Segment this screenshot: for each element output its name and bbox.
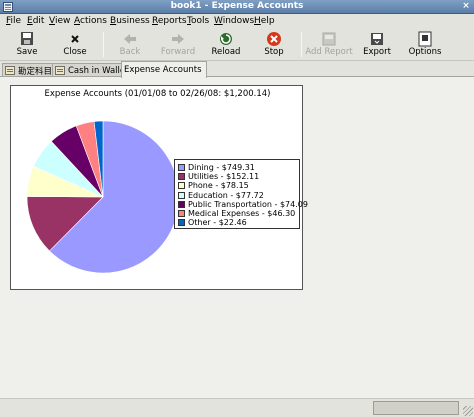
legend-swatch bbox=[178, 191, 185, 199]
menu-windows[interactable]: Windows bbox=[214, 16, 254, 26]
close-icon bbox=[66, 31, 84, 47]
progress-bar bbox=[373, 401, 459, 415]
reload-label: Reload bbox=[211, 47, 241, 57]
close-window-button[interactable]: × bbox=[460, 1, 472, 13]
stop-label: Stop bbox=[264, 47, 284, 57]
export-icon bbox=[368, 31, 386, 47]
legend-item-public-transportation: Public Transportation - $74.09 bbox=[178, 200, 308, 209]
add-report-label: Add Report bbox=[305, 47, 353, 57]
forward-button[interactable]: Forward bbox=[153, 29, 203, 60]
options-icon bbox=[416, 31, 434, 47]
add-report-icon bbox=[320, 31, 338, 47]
options-label: Options bbox=[408, 47, 442, 57]
chart-title: Expense Accounts (01/01/08 to 02/26/08: … bbox=[44, 89, 271, 99]
arrow-right-icon bbox=[169, 31, 187, 47]
legend-swatch bbox=[178, 200, 185, 208]
legend-item-medical-expenses: Medical Expenses - $46.30 bbox=[178, 209, 295, 218]
legend-label: Other - $22.46 bbox=[188, 218, 247, 228]
resize-grip[interactable] bbox=[463, 406, 473, 416]
window-title: book1 - Expense Accounts bbox=[170, 1, 304, 11]
back-label: Back bbox=[119, 47, 141, 57]
reload-button[interactable]: Reload bbox=[201, 29, 251, 60]
close-button[interactable]: Close bbox=[50, 29, 100, 60]
options-button[interactable]: Options bbox=[400, 29, 450, 60]
legend-item-other: Other - $22.46 bbox=[178, 218, 247, 227]
window-titlebar[interactable]: book1 - Expense Accounts × bbox=[0, 0, 474, 14]
legend-label: Dining - $749.31 bbox=[188, 163, 255, 172]
export-label: Export bbox=[363, 47, 391, 57]
stop-button[interactable]: Stop bbox=[249, 29, 299, 60]
legend-label: Public Transportation - $74.09 bbox=[188, 199, 308, 209]
menubar: File Edit View Actions Business Reports … bbox=[0, 14, 474, 29]
tab-expense-accounts[interactable]: Expense Accounts bbox=[121, 61, 207, 78]
legend-label: Utilities - $152.11 bbox=[188, 172, 260, 182]
toolbar: Save Close Back Forward Reload Stop Add … bbox=[0, 29, 474, 61]
legend-swatch bbox=[178, 173, 185, 181]
save-button[interactable]: Save bbox=[2, 29, 52, 60]
tab-accounts[interactable]: 勘定科目 bbox=[2, 63, 58, 77]
menu-view[interactable]: View bbox=[49, 16, 70, 26]
menu-reports[interactable]: Reports bbox=[152, 16, 187, 26]
export-button[interactable]: Export bbox=[352, 29, 402, 60]
menu-business[interactable]: Business bbox=[110, 16, 150, 26]
tab-accounts-label: 勘定科目 bbox=[18, 66, 53, 77]
legend-item-utilities: Utilities - $152.11 bbox=[178, 172, 259, 181]
legend-label: Education - $77.72 bbox=[188, 190, 264, 200]
tab-expense-accounts-label: Expense Accounts bbox=[124, 65, 202, 75]
menu-edit[interactable]: Edit bbox=[27, 16, 44, 26]
legend-item-education: Education - $77.72 bbox=[178, 191, 264, 200]
arrow-left-icon bbox=[121, 31, 139, 47]
add-report-button[interactable]: Add Report bbox=[304, 29, 354, 60]
stop-icon bbox=[265, 31, 283, 47]
save-label: Save bbox=[16, 47, 38, 57]
legend-label: Medical Expenses - $46.30 bbox=[188, 209, 296, 218]
legend-swatch bbox=[178, 182, 185, 190]
ledger-icon bbox=[55, 66, 65, 75]
forward-label: Forward bbox=[160, 47, 196, 57]
legend-item-phone: Phone - $78.15 bbox=[178, 181, 249, 190]
close-label: Close bbox=[63, 47, 87, 57]
pie-chart: Expense Accounts (01/01/08 to 02/26/08: … bbox=[10, 85, 308, 290]
legend-swatch bbox=[178, 164, 185, 171]
menu-actions[interactable]: Actions bbox=[74, 16, 107, 26]
reload-icon bbox=[217, 31, 235, 47]
menu-help[interactable]: Help bbox=[254, 16, 275, 26]
legend-item-dining: Dining - $749.31 bbox=[178, 163, 255, 172]
report-view: Expense Accounts (01/01/08 to 02/26/08: … bbox=[0, 76, 474, 398]
ledger-icon bbox=[5, 66, 15, 75]
legend-swatch bbox=[178, 210, 185, 217]
menu-tools[interactable]: Tools bbox=[187, 16, 209, 26]
menu-file[interactable]: File bbox=[6, 16, 21, 26]
floppy-disk-icon bbox=[18, 31, 36, 47]
back-button[interactable]: Back bbox=[105, 29, 155, 60]
tab-bar: 勘定科目 Cash in Wallet Expense Accounts bbox=[0, 61, 474, 78]
legend-swatch bbox=[178, 219, 185, 227]
status-bar bbox=[0, 398, 474, 417]
tab-cash-in-wallet-label: Cash in Wallet bbox=[68, 65, 129, 76]
chart-legend: Dining - $749.31 Utilities - $152.11 Phone… bbox=[174, 159, 308, 229]
legend-label: Phone - $78.15 bbox=[188, 181, 249, 191]
